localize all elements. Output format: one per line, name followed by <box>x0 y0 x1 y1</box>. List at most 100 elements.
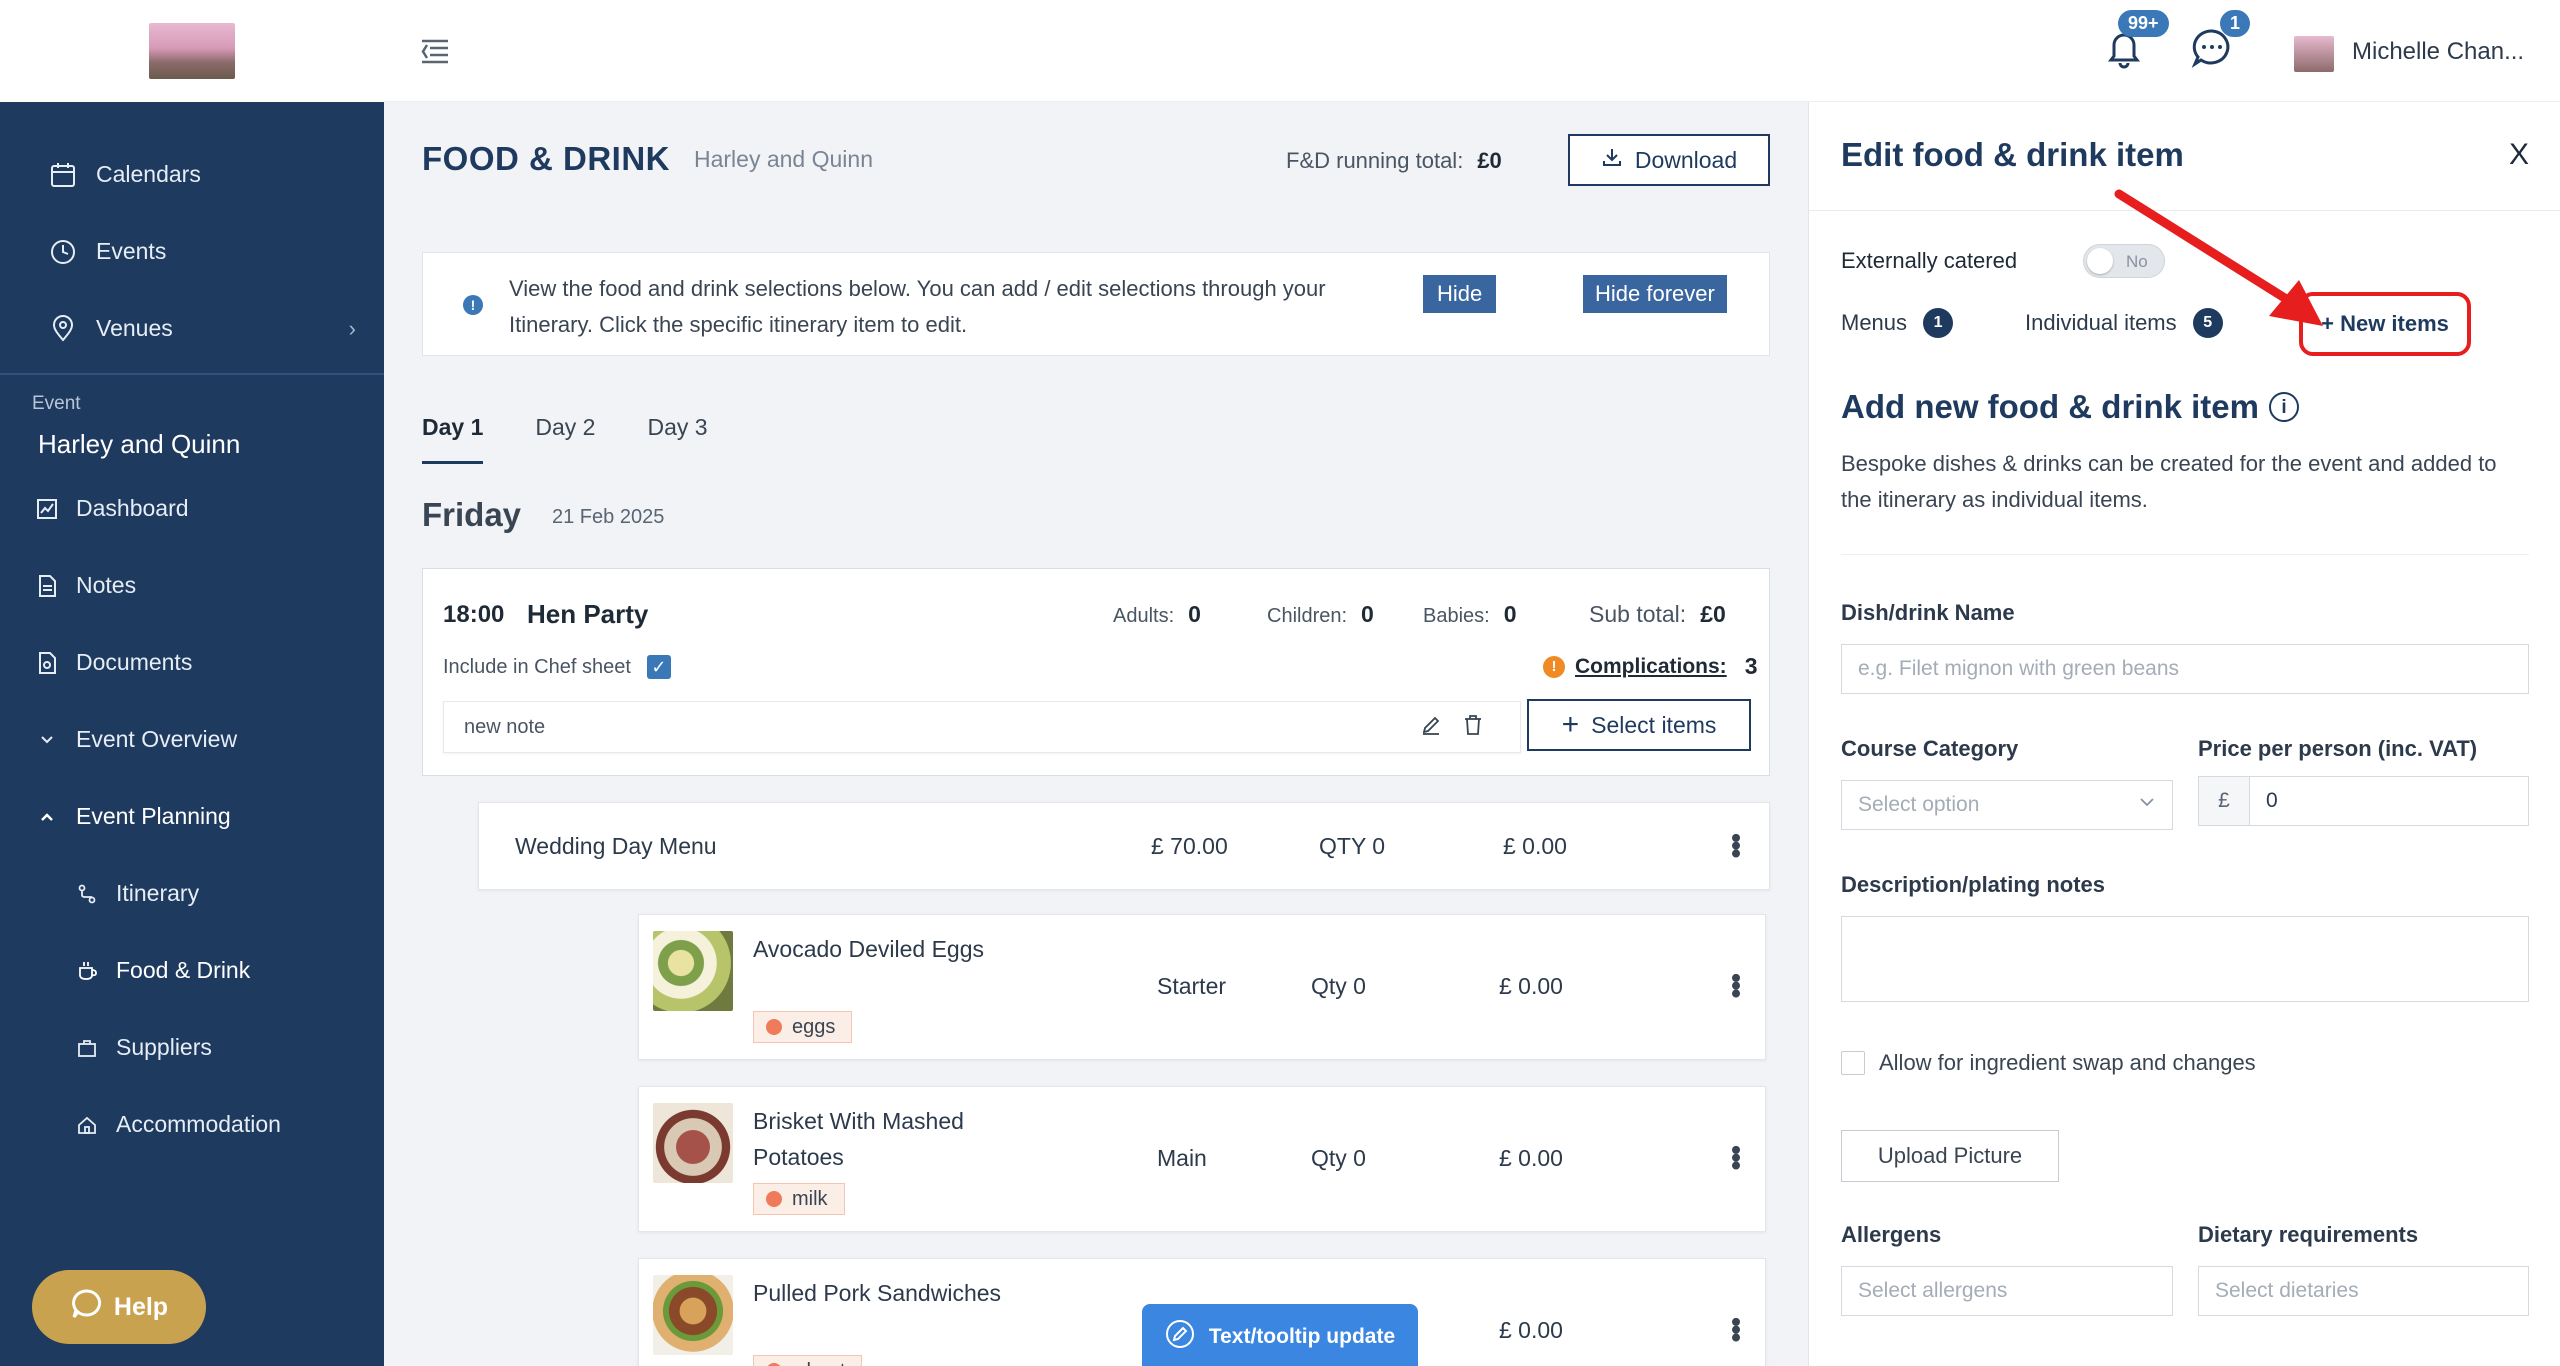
sidebar-item-food-drink[interactable]: Food & Drink <box>0 932 384 1009</box>
sidebar-item-notes[interactable]: Notes <box>0 547 384 624</box>
adults-value: 0 <box>1188 601 1201 627</box>
select-items-button[interactable]: + Select items <box>1527 699 1751 751</box>
logo[interactable] <box>0 0 384 102</box>
dish-name-input[interactable]: e.g. Filet mignon with green beans <box>1841 644 2529 694</box>
dish-image <box>653 1275 733 1355</box>
hide-forever-button[interactable]: Hide forever <box>1583 275 1727 313</box>
dish-qty: Qty 0 <box>1311 1145 1366 1171</box>
ingredient-swap-checkbox[interactable] <box>1841 1051 1865 1075</box>
avatar[interactable] <box>2294 36 2334 72</box>
note-field[interactable]: new note <box>443 701 1521 753</box>
download-button[interactable]: Download <box>1568 134 1770 186</box>
tab-day-1[interactable]: Day 1 <box>422 414 484 464</box>
route-icon <box>74 881 100 907</box>
dish-total: £ 0.00 <box>1499 1317 1563 1343</box>
info-circle-icon[interactable]: i <box>2269 392 2299 422</box>
running-total-value: £0 <box>1477 148 1502 173</box>
message-count-badge: 1 <box>2220 10 2251 37</box>
menu-qty: QTY 0 <box>1319 833 1386 859</box>
sidebar-item-event-overview[interactable]: Event Overview <box>0 701 384 778</box>
main-content: FOOD & DRINK Harley and Quinn F&D runnin… <box>384 102 1808 1366</box>
sidebar-item-label: Events <box>96 238 167 264</box>
sidebar-item-dashboard[interactable]: Dashboard <box>0 470 384 547</box>
more-options-icon[interactable]: ••• <box>1721 1317 1752 1340</box>
dietary-select[interactable]: Select dietaries <box>2198 1266 2529 1316</box>
day-title: Friday <box>422 496 522 533</box>
ingredient-swap-option: Allow for ingredient swap and changes <box>1841 1050 2256 1076</box>
running-total-label: F&D running total: <box>1286 148 1464 173</box>
description-textarea[interactable] <box>1841 916 2529 1002</box>
sidebar-item-event-planning[interactable]: Event Planning <box>0 778 384 855</box>
page-subtitle: Harley and Quinn <box>694 146 873 172</box>
sidebar-item-label: Food & Drink <box>116 957 251 983</box>
sidebar-item-label: Event Overview <box>76 726 238 752</box>
subtotal: Sub total: £0 <box>1589 601 1726 628</box>
children-value: 0 <box>1361 601 1374 627</box>
more-options-icon[interactable]: ••• <box>1721 1145 1752 1168</box>
user-name[interactable]: Michelle Chan... <box>2352 38 2524 66</box>
course-category-select[interactable]: Select option <box>1841 780 2173 830</box>
course-category-label: Course Category <box>1841 736 2019 761</box>
sidebar-item-events[interactable]: Events <box>0 213 384 290</box>
chef-sheet-label: Include in Chef sheet <box>443 655 631 678</box>
tooltip-update-button[interactable]: Text/tooltip update <box>1142 1304 1418 1366</box>
edit-pencil-icon[interactable] <box>1420 714 1444 738</box>
edit-pencil-icon <box>1165 1319 1195 1355</box>
tab-menus[interactable]: Menus 1 <box>1841 308 1954 338</box>
menu-collapse-icon[interactable] <box>418 34 452 68</box>
upload-picture-button[interactable]: Upload Picture <box>1841 1130 2059 1182</box>
externally-catered-label: Externally catered <box>1841 248 2018 273</box>
more-options-icon[interactable]: ••• <box>1721 973 1752 996</box>
home-icon <box>74 1112 100 1138</box>
logo-image <box>149 23 235 79</box>
chef-sheet-checkbox[interactable]: ✓ <box>646 655 671 679</box>
sidebar-item-documents[interactable]: Documents <box>0 624 384 701</box>
dish-qty: Qty 0 <box>1311 973 1366 999</box>
sidebar-nav: Calendars Events Venues › Event Harley a… <box>0 102 384 1163</box>
trash-icon[interactable] <box>1462 714 1486 738</box>
sidebar-item-label: Event Planning <box>76 803 231 829</box>
allergen-label: milk <box>792 1187 828 1210</box>
dish-row[interactable]: Avocado Deviled Eggs eggs Starter Qty 0 … <box>638 914 1766 1060</box>
dish-name: Pulled Pork Sandwiches <box>753 1280 1002 1306</box>
allergens-label: Allergens <box>1841 1222 1942 1247</box>
hide-button[interactable]: Hide <box>1423 275 1497 313</box>
subtotal-value: £0 <box>1700 601 1726 627</box>
complications-link[interactable]: Complications: <box>1575 655 1727 679</box>
event-name: Hen Party <box>527 599 649 629</box>
allergens-select[interactable]: Select allergens <box>1841 1266 2173 1316</box>
event-time: 18:00 <box>443 601 505 628</box>
sidebar-item-accommodation[interactable]: Accommodation <box>0 1086 384 1163</box>
dish-name: Brisket With Mashed Potatoes <box>753 1108 964 1170</box>
sidebar-item-calendars[interactable]: Calendars <box>0 136 384 213</box>
help-button[interactable]: Help <box>32 1270 206 1344</box>
menu-row[interactable]: Wedding Day Menu £ 70.00 QTY 0 £ 0.00 ••… <box>478 802 1770 890</box>
description-label: Description/plating notes <box>1841 872 2106 897</box>
dish-row[interactable]: Brisket With Mashed Potatoes milk Main Q… <box>638 1086 1766 1232</box>
notification-count-badge: 99+ <box>2118 10 2169 37</box>
add-section-title: Add new food & drink item i <box>1841 388 2299 426</box>
tab-day-2[interactable]: Day 2 <box>535 414 595 464</box>
event-card[interactable]: 18:00 Hen Party Adults: 0 Children: 0 Babi… <box>422 568 1770 776</box>
warning-icon: ! <box>1543 655 1565 678</box>
chevron-down-icon <box>34 727 60 753</box>
dietary-label: Dietary requirements <box>2198 1222 2419 1247</box>
allergen-tag: wheat <box>753 1355 863 1366</box>
complications: ! Complications: 3 <box>1543 653 1757 680</box>
dish-image <box>653 1103 733 1183</box>
close-icon[interactable]: X <box>2509 138 2529 172</box>
dish-course: Starter <box>1157 973 1227 999</box>
download-label: Download <box>1634 146 1738 173</box>
sidebar-item-suppliers[interactable]: Suppliers <box>0 1009 384 1086</box>
add-title-text: Add new food & drink item <box>1841 388 2259 425</box>
new-items-button[interactable]: + New items <box>2299 292 2471 356</box>
allergen-label: eggs <box>792 1015 836 1038</box>
sidebar-item-venues[interactable]: Venues › <box>0 290 384 367</box>
more-options-icon[interactable]: ••• <box>1721 833 1752 856</box>
price-input[interactable]: 0 <box>2249 776 2529 826</box>
menus-label: Menus <box>1841 310 1908 335</box>
tab-day-3[interactable]: Day 3 <box>647 414 707 464</box>
subtotal-label: Sub total: <box>1589 601 1687 627</box>
allergen-icon <box>766 1019 782 1035</box>
sidebar-item-itinerary[interactable]: Itinerary <box>0 855 384 932</box>
